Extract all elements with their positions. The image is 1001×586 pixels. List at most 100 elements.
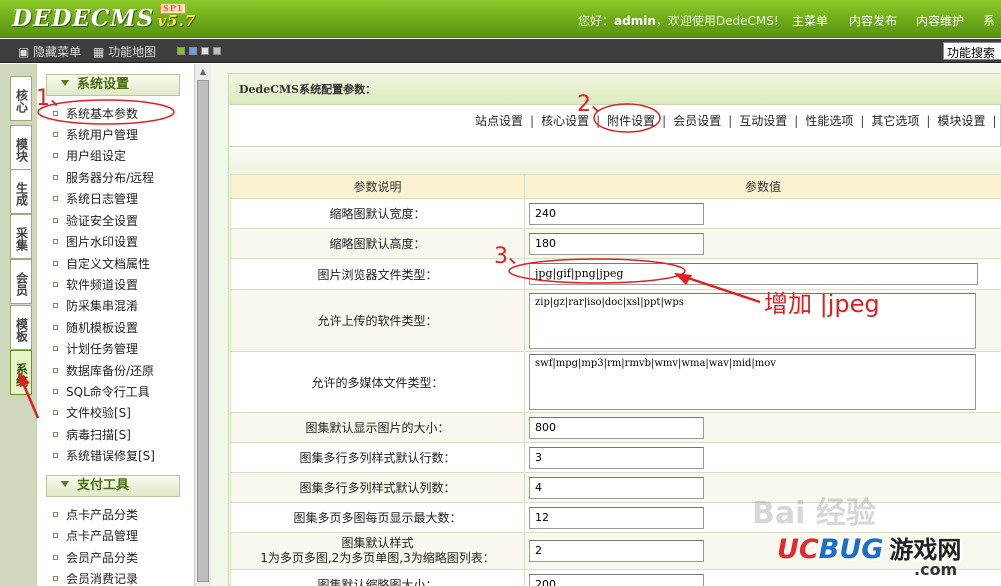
tab-attachment[interactable]: 附件设置 (607, 114, 655, 128)
hide-menu-icon: ▣ (18, 45, 30, 59)
bullet-icon (53, 303, 58, 308)
row-label: 缩略图默认宽度： (230, 198, 525, 229)
hide-menu-button[interactable]: ▣ 隐藏菜单 (18, 43, 81, 60)
nav-content-publish[interactable]: 内容发布 (849, 12, 897, 29)
config-panel: DedeCMS系统配置参数： 站点设置 | 核心设置 | 附件设置 | 会员设置 | 互动设置 |… (228, 73, 1001, 586)
sidebar-item-basic-params[interactable]: 系统基本参数 (47, 104, 138, 124)
dedecms-logo: DEDECMS v5.7 SP1 (12, 3, 197, 32)
sidebar-item-watermark[interactable]: 图片水印设置 (47, 232, 138, 252)
nav-main-menu[interactable]: 主菜单 (792, 12, 828, 29)
vtab-template[interactable]: 模板 (10, 305, 32, 350)
sidebar-item-user-mgmt[interactable]: 系统用户管理 (47, 125, 138, 145)
sidebar-item-file-check[interactable]: 文件校验[S] (47, 403, 131, 423)
sidebar-item-tasks[interactable]: 计划任务管理 (47, 339, 138, 359)
bullet-icon (53, 576, 58, 581)
sidebar-item-member-consume[interactable]: 会员消费记录 (47, 569, 138, 586)
vtab-generate[interactable]: 生成 (10, 169, 32, 214)
config-tabs: 站点设置 | 核心设置 | 附件设置 | 会员设置 | 互动设置 | 性能选项 | 其它选项 | 模块设置 |… (475, 114, 997, 128)
skin-gray-icon[interactable] (201, 47, 209, 55)
grid-icon: ▦ (93, 45, 105, 59)
welcome-text: 您好：admin，欢迎使用DedeCMS! (578, 14, 779, 28)
sidebar-item-security[interactable]: 验证安全设置 (47, 211, 138, 231)
album-cols-input[interactable]: 4 (529, 476, 704, 499)
sidebar-item-sql[interactable]: SQL命令行工具 (47, 382, 150, 402)
sidebar-item-virus-scan[interactable]: 病毒扫描[S] (47, 425, 131, 445)
skin-blue-icon[interactable] (189, 47, 197, 55)
bullet-icon (53, 410, 58, 415)
vtab-member[interactable]: 会员 (10, 259, 32, 304)
bullet-icon (53, 533, 58, 538)
sidebar-item-error-fix[interactable]: 系统错误修复[S] (47, 446, 155, 466)
config-table: 参数说明 参数值 缩略图默认宽度： 240 缩略图默认高度： 180 图片浏览器文件类… (230, 174, 1001, 586)
sidebar-item-soft-channel[interactable]: 软件频道设置 (47, 275, 138, 295)
nav-system[interactable]: 系 (983, 12, 995, 29)
site-map-button[interactable]: ▦ 功能地图 (93, 43, 156, 60)
tab-member[interactable]: 会员设置 (673, 114, 721, 128)
bullet-icon (53, 325, 58, 330)
album-thumb-size-input[interactable]: 200 (529, 573, 704, 586)
image-types-input[interactable]: jpg|gif|png|jpeg (529, 263, 978, 285)
col-value: 参数值 (524, 174, 1001, 199)
sidebar-group-system-settings[interactable]: 系统设置 (46, 74, 180, 96)
sidebar-group-payment[interactable]: 支付工具 (46, 475, 180, 497)
skin-silver-icon[interactable] (213, 47, 221, 55)
album-rows-input[interactable]: 3 (529, 446, 704, 469)
bullet-icon (53, 153, 58, 158)
row-label: 允许上传的软件类型： (230, 289, 525, 352)
vertical-tab-bar: 核心 模块 生成 采集 会员 模板 系统 (0, 64, 36, 586)
tab-module[interactable]: 模块设置 (937, 114, 985, 128)
row-label: 图集默认显示图片的大小： (230, 412, 525, 443)
table-row: 图集默认样式 1为多页多图,2为多页单图,3为缩略图列表： 2 (230, 532, 1001, 570)
nav-content-maintain[interactable]: 内容维护 (916, 12, 964, 29)
vtab-system[interactable]: 系统 (10, 350, 32, 395)
bullet-icon (53, 218, 58, 223)
col-param: 参数说明 (230, 174, 525, 199)
thumb-height-input[interactable]: 180 (529, 232, 704, 255)
sidebar-item-card-category[interactable]: 点卡产品分类 (47, 505, 138, 525)
sidebar-item-log[interactable]: 系统日志管理 (47, 189, 138, 209)
vtab-core[interactable]: 核心 (10, 76, 32, 121)
bullet-icon (53, 132, 58, 137)
thumb-width-input[interactable]: 240 (529, 202, 704, 225)
toolbar: ▣ 隐藏菜单 ▦ 功能地图 (0, 39, 1001, 63)
media-types-textarea[interactable]: swf|mpg|mp3|rm|rmvb|wmv|wma|wav|mid|mov (529, 354, 976, 410)
tab-performance[interactable]: 性能选项 (805, 114, 853, 128)
bullet-icon (53, 111, 58, 116)
album-style-label: 图集默认样式 (341, 536, 414, 550)
bullet-icon (53, 175, 58, 180)
sidebar-scrollbar[interactable]: ▲ (194, 64, 211, 586)
sidebar-item-server[interactable]: 服务器分布/远程 (47, 168, 154, 188)
sidebar-item-backup[interactable]: 数据库备份/还原 (47, 361, 154, 381)
table-row: 图集多页多图每页显示最大数： 12 (230, 502, 1001, 533)
sidebar-item-doc-attr[interactable]: 自定义文档属性 (47, 254, 150, 274)
album-style-hint: 1为多页多图,2为多页单图,3为缩略图列表： (260, 551, 495, 565)
row-label: 图集多行多列样式默认列数： (230, 472, 525, 503)
table-row: 缩略图默认宽度： 240 (230, 198, 1001, 229)
sidebar-item-member-category[interactable]: 会员产品分类 (47, 548, 138, 568)
sidebar-item-usergroup[interactable]: 用户组设定 (47, 146, 126, 166)
album-style-input[interactable]: 2 (529, 540, 704, 562)
tab-core[interactable]: 核心设置 (541, 114, 589, 128)
row-label: 图片浏览器文件类型： (230, 258, 525, 290)
top-header: DEDECMS v5.7 SP1 您好：admin，欢迎使用DedeCMS! 主菜单… (0, 0, 1001, 38)
table-row: 图集多行多列样式默认列数： 4 (230, 472, 1001, 503)
bullet-icon (53, 432, 58, 437)
vtab-collect[interactable]: 采集 (10, 214, 32, 259)
bullet-icon (53, 261, 58, 266)
table-row: 图片浏览器文件类型： jpg|gif|png|jpeg (230, 258, 1001, 290)
vtab-module[interactable]: 模块 (10, 125, 32, 170)
sidebar-item-card-product[interactable]: 点卡产品管理 (47, 526, 138, 546)
function-search-input[interactable]: 功能搜索 (943, 42, 1001, 60)
sidebar-item-anti-collect[interactable]: 防采集串混淆 (47, 296, 138, 316)
skin-green-icon[interactable] (177, 47, 185, 55)
bullet-icon (53, 555, 58, 560)
tab-site[interactable]: 站点设置 (475, 114, 523, 128)
tab-interact[interactable]: 互动设置 (739, 114, 787, 128)
album-max-input[interactable]: 12 (529, 506, 704, 529)
soft-types-textarea[interactable]: zip|gz|rar|iso|doc|xsl|ppt|wps (529, 292, 976, 349)
tab-other[interactable]: 其它选项 (871, 114, 919, 128)
sidebar-item-random-tpl[interactable]: 随机模板设置 (47, 318, 138, 338)
scroll-thumb[interactable] (197, 80, 209, 582)
album-img-size-input[interactable]: 800 (529, 416, 704, 439)
scroll-up-icon[interactable]: ▲ (195, 64, 211, 80)
